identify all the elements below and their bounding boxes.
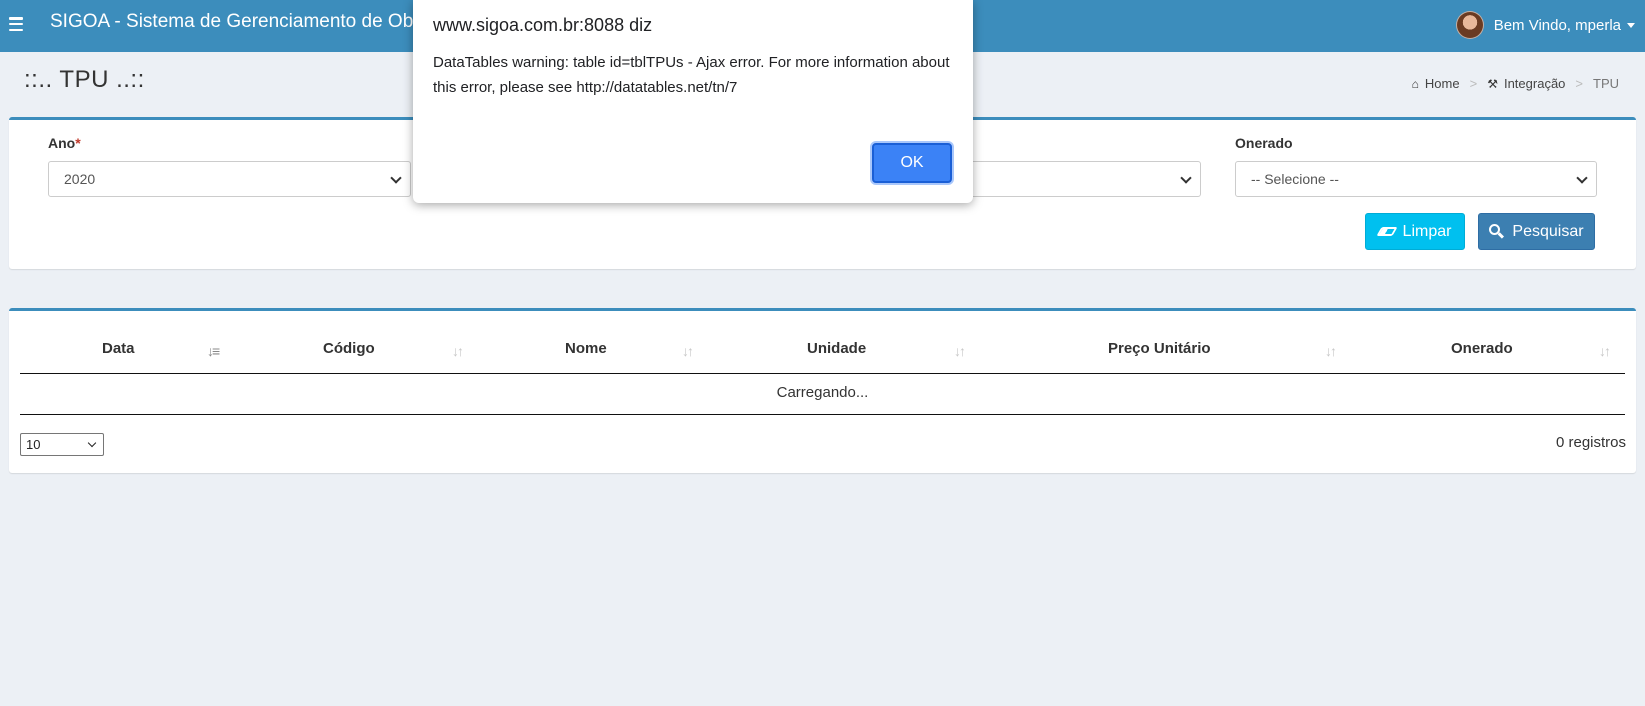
- column-header-preco-unitario[interactable]: Preço Unitário: [1108, 340, 1211, 357]
- table-footer-divider: [20, 414, 1625, 415]
- alert-dialog: www.sigoa.com.br:8088 diz DataTables war…: [413, 0, 973, 203]
- breadcrumb-integracao[interactable]: Integração: [1504, 76, 1565, 91]
- pesquisar-label: Pesquisar: [1512, 222, 1584, 240]
- sort-icon[interactable]: ↓↑: [1599, 343, 1611, 359]
- user-menu[interactable]: Bem Vindo, mperla: [1455, 10, 1635, 40]
- menu-toggle-icon[interactable]: [9, 17, 23, 31]
- breadcrumb-separator: >: [1575, 76, 1583, 91]
- sort-desc-icon[interactable]: ↓≡: [207, 343, 220, 359]
- eraser-icon: [1375, 227, 1398, 236]
- chevron-down-icon: [87, 438, 97, 448]
- table-header-divider: [20, 373, 1625, 374]
- page-title: ::.. TPU ..::: [24, 66, 145, 93]
- sort-icon[interactable]: ↓↑: [452, 343, 464, 359]
- sort-icon[interactable]: ↓↑: [1325, 343, 1337, 359]
- welcome-text[interactable]: Bem Vindo, mperla: [1494, 17, 1621, 34]
- column-header-nome[interactable]: Nome: [565, 340, 607, 357]
- sort-icon[interactable]: ↓↑: [954, 343, 966, 359]
- breadcrumb-separator: >: [1469, 76, 1478, 91]
- breadcrumb-tpu: TPU: [1593, 76, 1619, 91]
- ano-label: Ano*: [48, 135, 81, 151]
- filter-select[interactable]: [960, 161, 1201, 197]
- onerado-select[interactable]: -- Selecione --: [1235, 161, 1597, 197]
- column-header-data[interactable]: Data: [102, 340, 135, 357]
- ano-select[interactable]: 2020: [48, 161, 411, 197]
- dialog-ok-button[interactable]: OK: [872, 143, 952, 183]
- chevron-down-icon: [1180, 172, 1192, 184]
- search-icon: [1489, 224, 1505, 239]
- app-title[interactable]: SIGOA - Sistema de Gerenciamento de Obra…: [50, 11, 440, 33]
- required-marker: *: [75, 135, 81, 151]
- page-length-select[interactable]: 10: [20, 433, 104, 456]
- limpar-button[interactable]: Limpar: [1365, 213, 1465, 250]
- gavel-icon: ⚒: [1487, 76, 1498, 91]
- pesquisar-button[interactable]: Pesquisar: [1478, 213, 1595, 250]
- dialog-title: www.sigoa.com.br:8088 diz: [433, 15, 653, 35]
- limpar-label: Limpar: [1402, 222, 1452, 240]
- dialog-message: DataTables warning: table id=tblTPUs - A…: [433, 54, 950, 96]
- caret-down-icon[interactable]: [1627, 22, 1635, 28]
- avatar[interactable]: [1455, 11, 1484, 39]
- column-header-onerado[interactable]: Onerado: [1451, 340, 1513, 357]
- column-header-unidade[interactable]: Unidade: [807, 340, 866, 357]
- breadcrumb: ⌂ Home > ⚒ Integração > TPU: [1412, 76, 1619, 91]
- column-header-codigo[interactable]: Código: [323, 340, 375, 357]
- records-count: 0 registros: [1555, 434, 1626, 451]
- onerado-label: Onerado: [1235, 135, 1293, 151]
- home-icon: ⌂: [1411, 76, 1419, 91]
- table-loading-row: Carregando...: [776, 384, 869, 401]
- sort-icon[interactable]: ↓↑: [682, 343, 694, 359]
- chevron-down-icon: [390, 172, 402, 184]
- breadcrumb-home[interactable]: Home: [1425, 76, 1460, 91]
- chevron-down-icon: [1576, 172, 1588, 184]
